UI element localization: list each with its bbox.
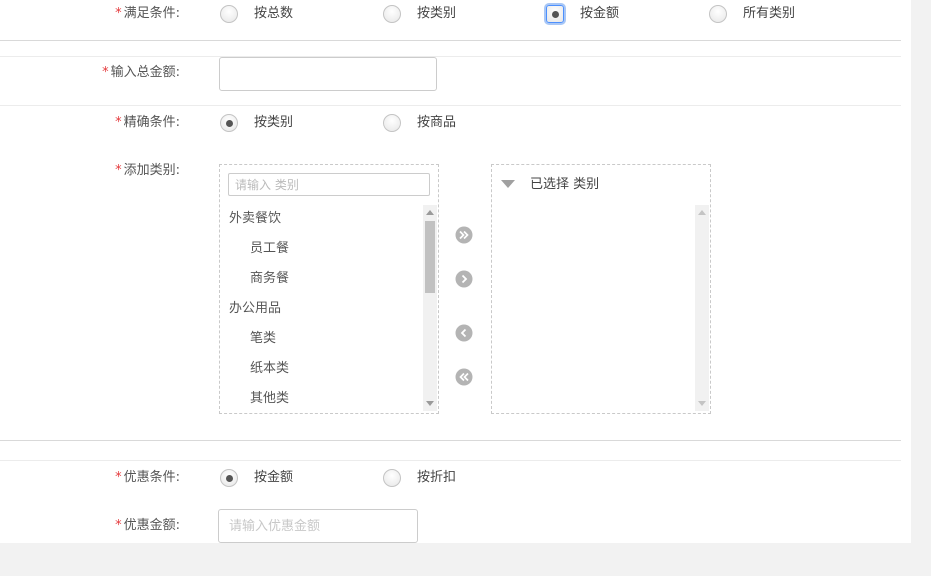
double-right-arrow-icon[interactable] <box>455 226 473 244</box>
radio-label: 按金额 <box>580 6 620 21</box>
page-gutter <box>911 0 931 543</box>
scroll-down-icon[interactable] <box>698 401 706 406</box>
required-mark: * <box>115 115 122 130</box>
radio-label: 按折扣 <box>417 470 457 485</box>
left-arrow-icon[interactable] <box>455 324 473 342</box>
add-category-label: * 添加类别: <box>115 163 180 178</box>
required-mark: * <box>102 65 109 80</box>
radio-label: 按总数 <box>254 6 294 21</box>
radio-checked-icon[interactable] <box>220 114 238 132</box>
radio-label: 按类别 <box>254 115 294 130</box>
required-mark: * <box>115 163 122 178</box>
selected-scrollbar[interactable] <box>695 205 709 411</box>
radio-label: 按金额 <box>254 470 294 485</box>
radio-label: 按商品 <box>417 115 457 130</box>
total-amount-input[interactable] <box>219 57 437 91</box>
row-divider <box>0 56 901 57</box>
radio-circle-icon[interactable] <box>383 469 401 487</box>
row-divider <box>0 105 901 106</box>
scroll-up-icon[interactable] <box>698 210 706 215</box>
selected-category-title: 已选择 类别 <box>530 177 600 192</box>
required-mark: * <box>115 6 122 21</box>
tree-item[interactable]: 外卖餐饮 <box>229 210 281 228</box>
radio-circle-icon[interactable] <box>383 114 401 132</box>
tree-item[interactable]: 办公用品 <box>229 300 281 318</box>
move-all-right-button[interactable] <box>455 226 473 244</box>
discount-amount-label: * 优惠金额: <box>115 518 180 533</box>
radio-circle-icon[interactable] <box>383 5 401 23</box>
satisfy-condition-label: * 满足条件: <box>115 6 180 21</box>
discount-condition-label: * 优惠条件: <box>115 470 180 485</box>
radio-label: 按类别 <box>417 6 457 21</box>
radio-checked-icon[interactable] <box>546 5 564 23</box>
move-left-button[interactable] <box>455 324 473 342</box>
tree-item[interactable]: 员工餐 <box>250 240 289 258</box>
move-all-left-button[interactable] <box>455 368 473 386</box>
right-arrow-icon[interactable] <box>455 270 473 288</box>
required-mark: * <box>115 470 122 485</box>
category-source-box: 外卖餐饮 员工餐 商务餐 办公用品 笔类 纸本类 其他类 <box>219 164 439 414</box>
tree-scrollbar[interactable] <box>423 205 437 411</box>
row-divider <box>0 460 901 461</box>
discount-amount-input[interactable] <box>218 509 418 543</box>
tree-item[interactable]: 其他类 <box>250 390 289 408</box>
radio-label: 所有类别 <box>743 6 796 21</box>
section-divider <box>0 40 901 41</box>
section-divider <box>0 440 901 441</box>
radio-circle-icon[interactable] <box>709 5 727 23</box>
scroll-thumb[interactable] <box>425 221 435 293</box>
category-search-input[interactable] <box>228 173 430 196</box>
scroll-down-icon[interactable] <box>426 401 434 406</box>
tree-item[interactable]: 笔类 <box>250 330 276 348</box>
precise-condition-label: * 精确条件: <box>115 115 180 130</box>
required-mark: * <box>115 518 122 533</box>
tree-item[interactable]: 商务餐 <box>250 270 289 288</box>
radio-circle-icon[interactable] <box>220 5 238 23</box>
category-selected-box: 已选择 类别 <box>491 164 711 414</box>
total-amount-label: * 输入总金额: <box>102 65 180 80</box>
radio-checked-icon[interactable] <box>220 469 238 487</box>
double-left-arrow-icon[interactable] <box>455 368 473 386</box>
scroll-up-icon[interactable] <box>426 210 434 215</box>
move-right-button[interactable] <box>455 270 473 288</box>
collapse-caret-icon[interactable] <box>501 180 515 188</box>
tree-item[interactable]: 纸本类 <box>250 360 289 378</box>
